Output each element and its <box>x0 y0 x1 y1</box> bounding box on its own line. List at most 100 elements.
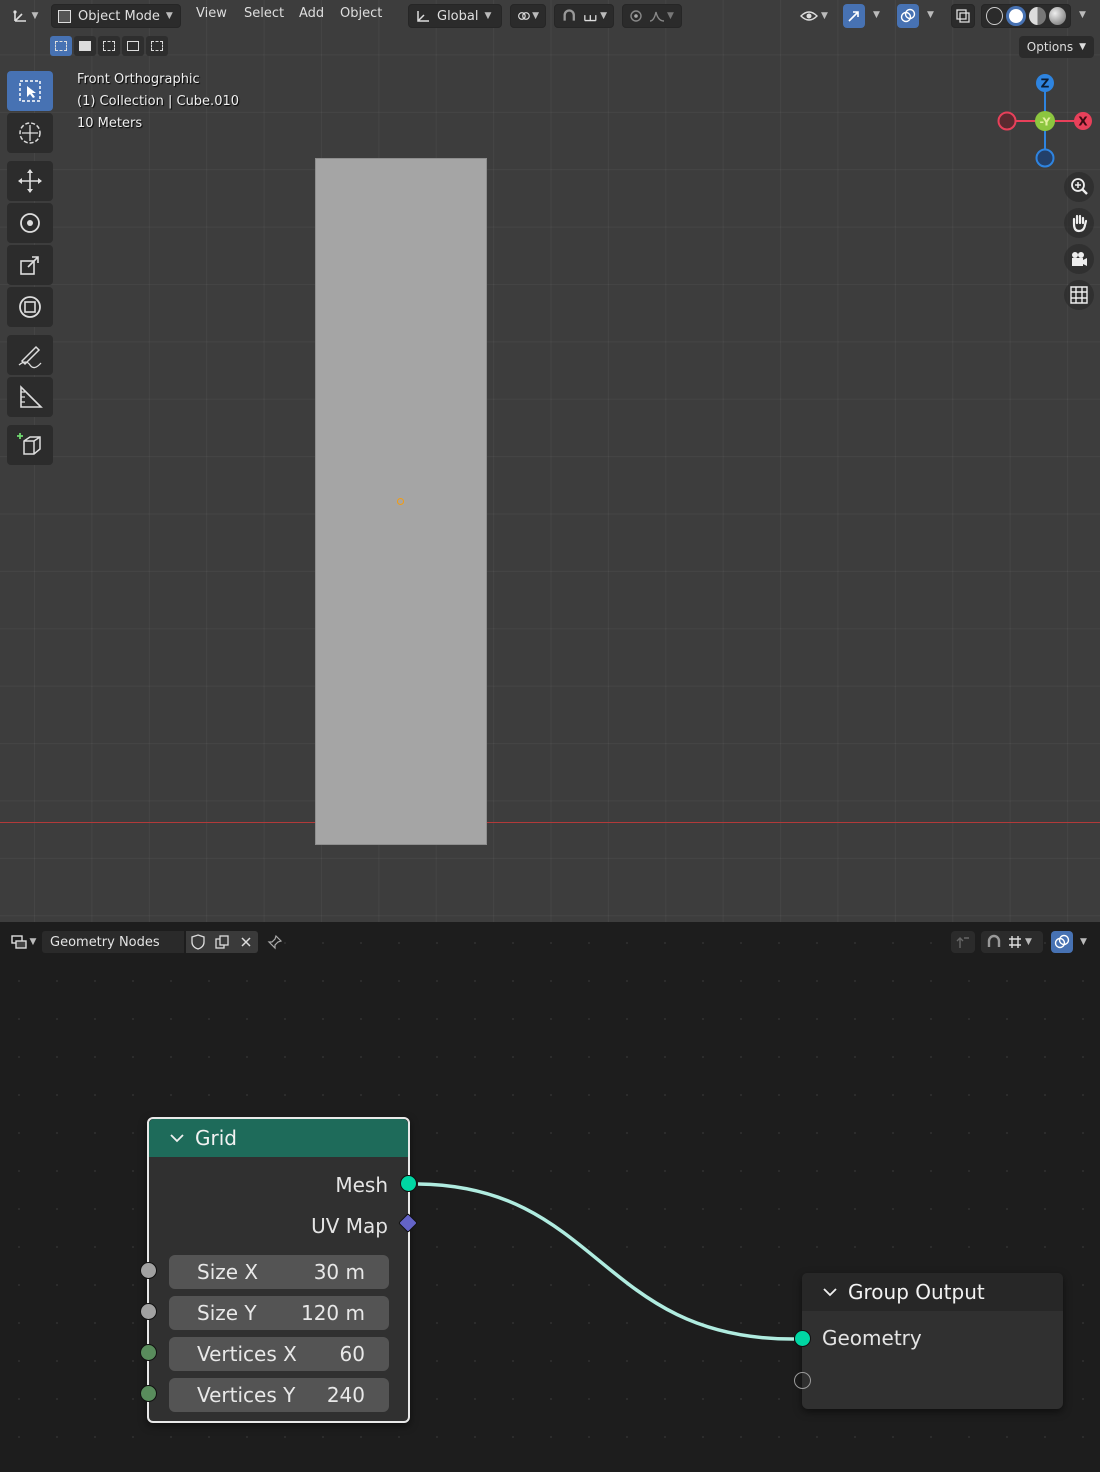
zoom-icon <box>1071 178 1088 195</box>
mesh-to-geometry-link[interactable] <box>417 1182 795 1341</box>
tool-shelf <box>7 71 55 467</box>
measure-tool[interactable] <box>7 377 53 417</box>
size-y-field[interactable]: Size Y 120 m <box>169 1296 389 1330</box>
wireframe-shading-icon[interactable] <box>986 7 1004 25</box>
select-difference-icon[interactable] <box>122 36 144 56</box>
cursor-tool[interactable] <box>7 113 53 153</box>
cursor-icon <box>19 122 41 144</box>
chevron-down-icon[interactable] <box>822 1286 838 1298</box>
overlays-dropdown[interactable]: ▼ <box>927 10 934 20</box>
visibility-dropdown[interactable]: ▼ <box>800 4 836 28</box>
xray-toggle[interactable] <box>951 4 975 28</box>
neg-x-axis-ball[interactable] <box>997 111 1017 131</box>
material-shading-icon[interactable] <box>1028 7 1046 25</box>
group-output-node[interactable]: Group Output Geometry <box>802 1273 1063 1409</box>
vertices-y-field[interactable]: Vertices Y 240 <box>169 1378 389 1412</box>
uv-map-output-label: UV Map <box>311 1214 388 1238</box>
menu-object[interactable]: Object <box>340 6 382 21</box>
rendered-shading-icon[interactable] <box>1048 7 1066 25</box>
geometry-input-socket[interactable] <box>794 1330 811 1347</box>
solid-shading-icon[interactable] <box>1006 6 1026 26</box>
group-output-header[interactable]: Group Output <box>802 1273 1063 1311</box>
viewport-header: ▼ Object Mode ▼ View Select Add Object G… <box>0 0 1100 32</box>
pivot-icon <box>518 12 530 20</box>
mode-label: Object Mode <box>78 8 160 24</box>
scale-tool[interactable] <box>7 245 53 285</box>
grid-node[interactable]: Grid Mesh UV Map Size X 30 m Size Y 120 … <box>147 1117 410 1423</box>
hand-icon <box>1072 214 1088 233</box>
overlays-toggle[interactable] <box>897 4 919 28</box>
group-output-title: Group Output <box>848 1280 985 1304</box>
node-editor[interactable]: ▼ Geometry Nodes ▼ ▼ Grid Mesh UV Map Si… <box>0 924 1100 1472</box>
shading-modes[interactable] <box>981 4 1071 28</box>
rotate-tool[interactable] <box>7 203 53 243</box>
size-x-label: Size X <box>197 1260 259 1284</box>
size-x-input-socket[interactable] <box>140 1262 157 1279</box>
menu-select[interactable]: Select <box>244 6 284 21</box>
vertices-y-input-socket[interactable] <box>140 1385 157 1402</box>
camera-view-button[interactable] <box>1064 244 1094 274</box>
chevron-down-icon: ▼ <box>484 11 492 21</box>
annotate-tool[interactable] <box>7 335 53 375</box>
orientation-label: Global <box>437 8 479 24</box>
selection-mode-buttons <box>50 36 168 58</box>
gizmo-dropdown[interactable]: ▼ <box>873 10 880 20</box>
add-cube-icon <box>17 433 41 455</box>
select-box-tool[interactable] <box>7 71 53 111</box>
object-mode-icon <box>58 9 71 23</box>
toggle-perspective-button[interactable] <box>1064 280 1094 310</box>
pivot-point-dropdown[interactable]: ▼ <box>510 4 546 28</box>
select-subtract-icon[interactable] <box>98 36 120 56</box>
z-axis-label: Z <box>1041 77 1050 91</box>
menu-view[interactable]: View <box>196 6 227 21</box>
snap-controls[interactable]: ▼ <box>554 4 614 28</box>
navigation-gizmo[interactable]: Z X -Y <box>990 70 1100 180</box>
overlays-icon <box>900 8 916 23</box>
ruler-icon <box>20 385 43 408</box>
object-origin <box>397 498 404 505</box>
size-y-label: Size Y <box>197 1301 257 1325</box>
mode-dropdown[interactable]: Object Mode ▼ <box>51 4 181 28</box>
menu-add[interactable]: Add <box>299 6 324 21</box>
select-extend-icon[interactable] <box>74 36 96 56</box>
eye-icon <box>800 11 818 21</box>
select-new-icon[interactable] <box>50 36 72 56</box>
grid-node-title: Grid <box>195 1126 237 1150</box>
rotate-icon <box>20 213 40 233</box>
size-y-input-socket[interactable] <box>140 1303 157 1320</box>
camera-icon <box>1072 252 1087 266</box>
transform-tool[interactable] <box>7 287 53 327</box>
select-box-icon <box>19 80 41 102</box>
vertices-x-label: Vertices X <box>197 1342 297 1366</box>
size-x-field[interactable]: Size X 30 m <box>169 1255 389 1289</box>
x-axis-line <box>0 822 1100 823</box>
3d-viewport[interactable]: ▼ Object Mode ▼ View Select Add Object G… <box>0 0 1100 922</box>
proportional-editing-controls[interactable]: ▼ <box>622 4 682 28</box>
mesh-output-socket[interactable] <box>400 1175 417 1192</box>
select-intersect-icon[interactable] <box>146 36 168 56</box>
chevron-down-icon[interactable] <box>169 1132 185 1144</box>
neg-z-axis-ball[interactable] <box>1035 148 1055 168</box>
x-axis-label: X <box>1078 115 1088 129</box>
grid-node-header[interactable]: Grid <box>149 1119 408 1157</box>
move-tool[interactable] <box>7 161 53 201</box>
size-y-value: 120 m <box>300 1301 365 1325</box>
gizmo-toggle[interactable] <box>843 4 865 28</box>
proportional-edit-icon <box>630 10 642 22</box>
vertices-x-input-socket[interactable] <box>140 1344 157 1361</box>
pan-button[interactable] <box>1064 208 1094 238</box>
orientation-icon <box>417 11 429 22</box>
transform-icon <box>19 296 41 318</box>
shading-dropdown[interactable]: ▼ <box>1079 10 1086 20</box>
empty-input-socket[interactable] <box>794 1372 811 1389</box>
zoom-button[interactable] <box>1064 172 1094 202</box>
chevron-down-icon: ▼ <box>1079 42 1086 52</box>
options-dropdown[interactable]: Options ▼ <box>1018 36 1094 58</box>
add-cube-tool[interactable] <box>7 425 53 465</box>
vertices-y-value: 240 <box>326 1383 365 1407</box>
editor-type-button[interactable]: ▼ <box>8 4 42 28</box>
vertices-x-field[interactable]: Vertices X 60 <box>169 1337 389 1371</box>
geometry-input-label: Geometry <box>822 1326 922 1350</box>
neg-y-axis-label: -Y <box>1040 116 1052 129</box>
transform-orientation-dropdown[interactable]: Global ▼ <box>408 4 502 28</box>
